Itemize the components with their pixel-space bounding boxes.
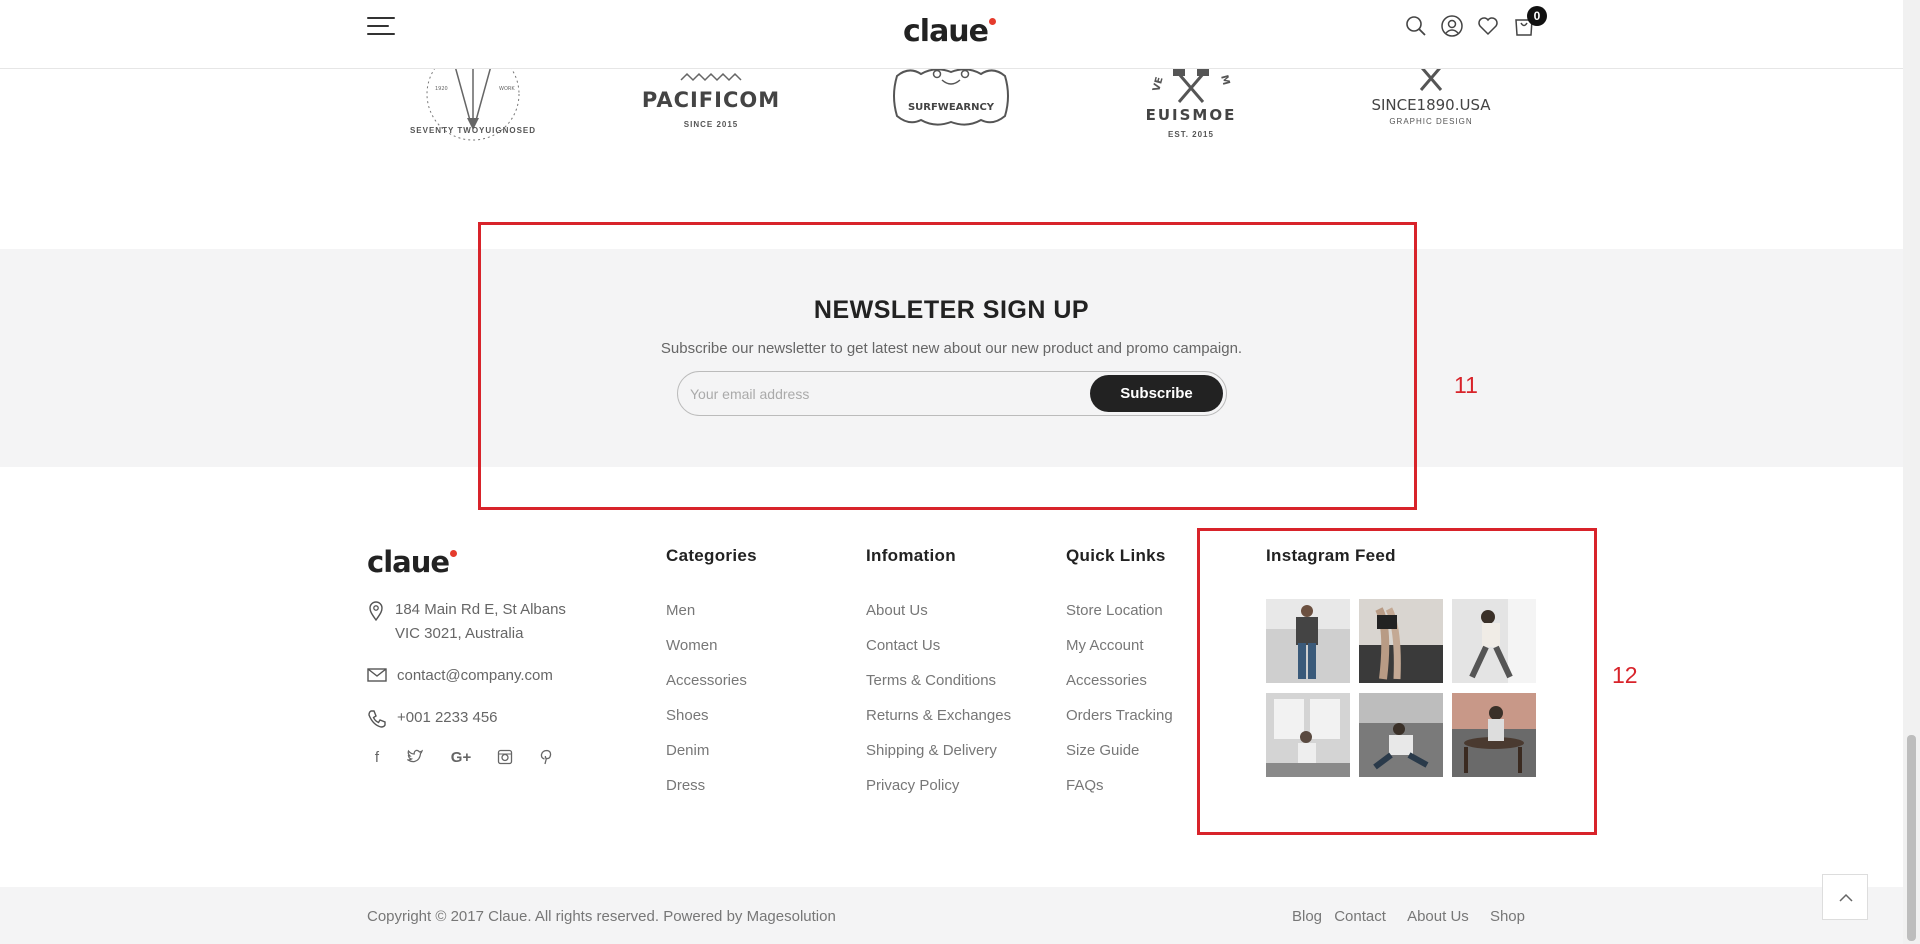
annotation-box-newsletter (478, 222, 1417, 510)
annotation-label-instagram: 12 (1612, 662, 1638, 688)
google-plus-icon[interactable]: G+ (448, 749, 474, 769)
bottom-link-blog[interactable]: Blog (1292, 908, 1322, 925)
brand-logo-surfwearncy[interactable]: SURFWEARNCY (881, 66, 1021, 156)
heart-icon[interactable] (1476, 14, 1500, 38)
footer-link-shipping[interactable]: Shipping & Delivery (866, 742, 1011, 777)
copyright-text: Copyright © 2017 Claue. All rights reser… (367, 908, 836, 925)
cart-count-badge: 0 (1527, 6, 1547, 26)
scrollbar-thumb[interactable] (1907, 735, 1916, 941)
footer-quick-links-title: Quick Links (1066, 546, 1166, 565)
annotation-box-instagram (1197, 528, 1597, 835)
bottom-link-shop[interactable]: Shop (1490, 908, 1525, 925)
brand-logo-pacificom[interactable]: PACIFICOM SINCE 2015 (641, 70, 781, 160)
footer-logo[interactable]: claue (367, 545, 458, 579)
contact-phone: +001 2233 456 (367, 706, 498, 730)
phone-number[interactable]: +001 2233 456 (397, 706, 498, 730)
footer-link-women[interactable]: Women (666, 637, 747, 672)
svg-text:VE: VE (1151, 76, 1165, 93)
footer-link-terms[interactable]: Terms & Conditions (866, 672, 1011, 707)
contact-address: 184 Main Rd E, St Albans VIC 3021, Austr… (367, 598, 566, 646)
footer-link-orders-tracking[interactable]: Orders Tracking (1066, 707, 1173, 742)
bottom-link-contact[interactable]: Contact (1334, 908, 1386, 925)
annotation-label-newsletter: 11 (1454, 372, 1478, 398)
footer-link-denim[interactable]: Denim (666, 742, 747, 777)
pinterest-icon[interactable] (536, 749, 556, 769)
menu-icon[interactable] (367, 17, 397, 37)
bottom-links: Blog Contact About Us Shop (1292, 908, 1525, 925)
back-to-top-button[interactable] (1822, 874, 1868, 920)
facebook-icon[interactable]: f (367, 749, 387, 769)
footer-link-shoes[interactable]: Shoes (666, 707, 747, 742)
brand-logo-since1890[interactable]: SINCE1890.USA GRAPHIC DESIGN (1361, 56, 1501, 146)
location-pin-icon (369, 601, 383, 621)
footer-categories-title: Categories (666, 546, 757, 565)
footer-link-faqs[interactable]: FAQs (1066, 777, 1173, 812)
footer-link-size-guide[interactable]: Size Guide (1066, 742, 1173, 777)
footer-link-accessories-quick[interactable]: Accessories (1066, 672, 1173, 707)
footer-link-accessories[interactable]: Accessories (666, 672, 747, 707)
footer-information-list: About Us Contact Us Terms & Conditions R… (866, 602, 1011, 812)
address-line-1: 184 Main Rd E, St Albans (395, 601, 566, 618)
site-header: claue 0 (0, 0, 1903, 69)
footer-link-store-location[interactable]: Store Location (1066, 602, 1173, 637)
email-link[interactable]: contact@company.com (397, 664, 553, 688)
brand-logo-euismoe[interactable]: VE M EUISMOE EST. 2015 (1121, 62, 1261, 152)
page-scrollbar[interactable] (1903, 0, 1920, 944)
footer-bottom-bar (0, 887, 1903, 944)
svg-text:1920: 1920 (435, 86, 448, 92)
instagram-icon[interactable] (495, 749, 515, 769)
footer-categories-list: Men Women Accessories Shoes Denim Dress (666, 602, 747, 812)
twitter-icon[interactable] (405, 749, 425, 769)
svg-text:WORK: WORK (499, 86, 515, 92)
footer-link-dress[interactable]: Dress (666, 777, 747, 812)
chevron-up-icon (1839, 893, 1853, 902)
footer-link-men[interactable]: Men (666, 602, 747, 637)
mail-icon (367, 668, 387, 682)
svg-text:SURFWEARNCY: SURFWEARNCY (908, 102, 995, 113)
footer-link-privacy[interactable]: Privacy Policy (866, 777, 1011, 812)
footer-information-title: Infomation (866, 546, 956, 565)
user-icon[interactable] (1440, 14, 1464, 38)
bottom-link-about-us[interactable]: About Us (1407, 908, 1469, 925)
footer-link-about-us[interactable]: About Us (866, 602, 1011, 637)
svg-text:M: M (1218, 74, 1231, 87)
search-icon[interactable] (1404, 14, 1428, 38)
contact-email: contact@company.com (367, 664, 553, 688)
footer-link-contact-us[interactable]: Contact Us (866, 637, 1011, 672)
footer-link-my-account[interactable]: My Account (1066, 637, 1173, 672)
phone-icon (368, 710, 386, 728)
site-logo[interactable]: claue (903, 14, 997, 49)
address-line-2: VIC 3021, Australia (395, 625, 524, 642)
footer-quick-links-list: Store Location My Account Accessories Or… (1066, 602, 1173, 812)
footer-link-returns[interactable]: Returns & Exchanges (866, 707, 1011, 742)
brand-logo-seventy[interactable]: 1920 WORK SEVENTY TWOYUIGNOSED (403, 66, 543, 156)
